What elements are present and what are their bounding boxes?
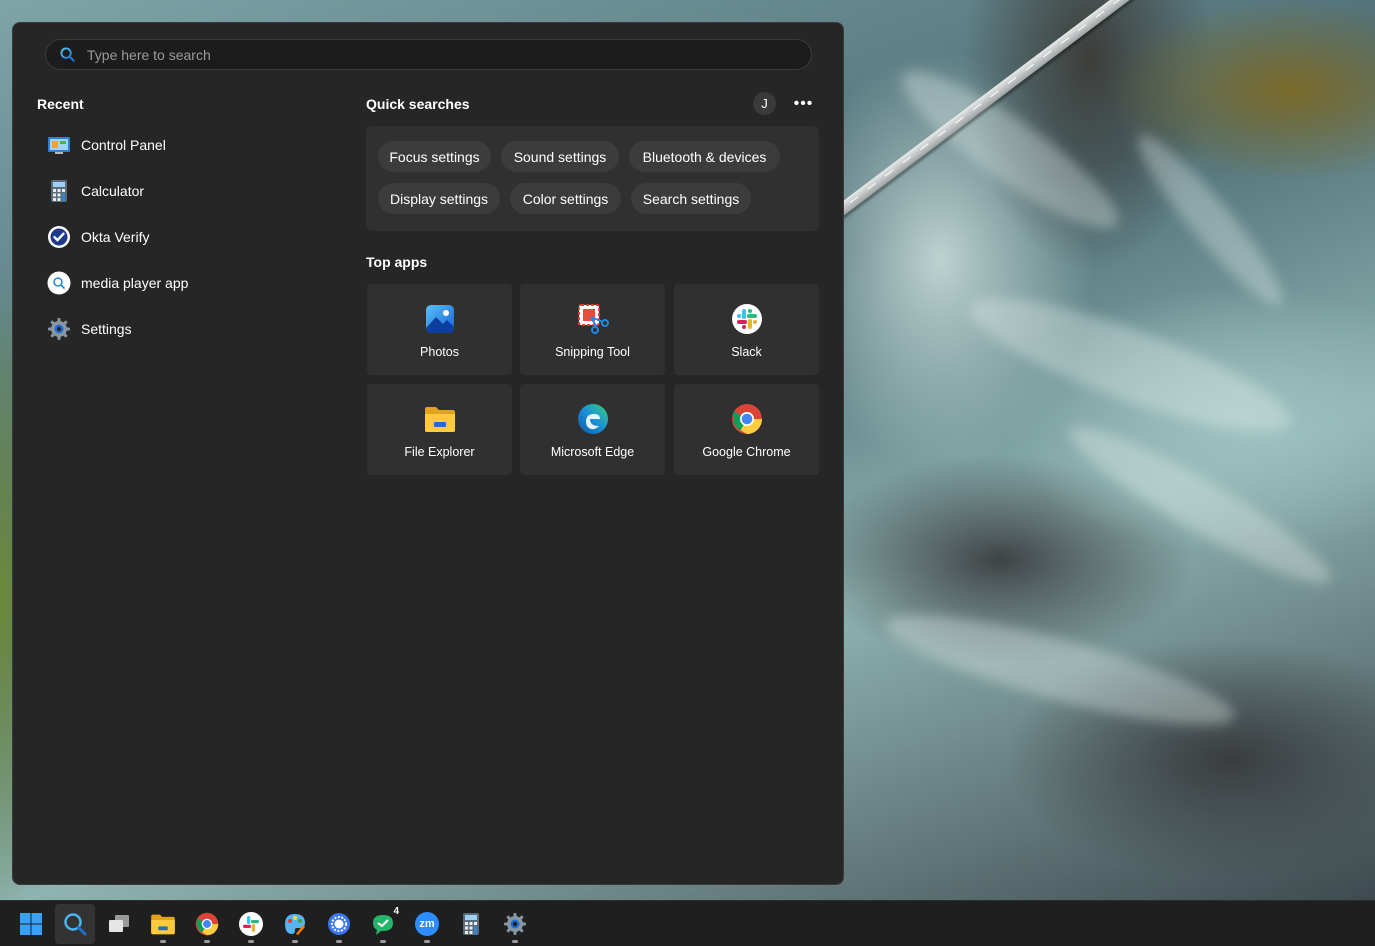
folder-icon (151, 914, 175, 935)
chip-color-settings[interactable]: Color settings (510, 183, 621, 214)
user-avatar[interactable]: J (753, 92, 776, 115)
taskbar-search-button[interactable] (55, 904, 95, 944)
app-tile-label: Google Chrome (702, 445, 791, 459)
file-explorer-icon (423, 402, 456, 435)
slack-icon (239, 912, 263, 936)
recent-item-settings[interactable]: Settings (37, 309, 327, 349)
app-tile-google-chrome[interactable]: Google Chrome (674, 384, 819, 475)
recent-item-label: Calculator (81, 183, 145, 199)
search-result-icon (47, 271, 71, 295)
search-panel: Recent Control Panel Calculator Okta Ver… (12, 22, 844, 885)
taskbar-chrome[interactable] (187, 904, 227, 944)
quick-searches-box: Focus settings Sound settings Bluetooth … (366, 126, 819, 231)
chip-search-settings[interactable]: Search settings (631, 183, 751, 214)
paint-palette-icon (285, 914, 305, 935)
task-view-icon (109, 915, 129, 932)
photos-icon (423, 302, 456, 335)
running-indicator (512, 940, 518, 943)
settings-gear-icon (47, 317, 71, 341)
search-input[interactable] (87, 44, 787, 66)
taskbar-slack[interactable] (231, 904, 271, 944)
chat-bubble-icon (373, 915, 393, 935)
app-tile-label: Snipping Tool (555, 345, 630, 359)
search-icon (64, 913, 87, 936)
search-icon (60, 47, 75, 62)
running-indicator (160, 940, 166, 943)
taskbar-file-explorer[interactable] (143, 904, 183, 944)
chip-display-settings[interactable]: Display settings (378, 183, 500, 214)
control-panel-icon (47, 133, 71, 157)
windows-logo-icon (20, 913, 42, 935)
calculator-icon (47, 179, 71, 203)
app-tile-photos[interactable]: Photos (367, 284, 512, 375)
taskbar-signal[interactable] (319, 904, 359, 944)
running-indicator (336, 940, 342, 943)
quick-searches-heading: Quick searches (366, 96, 470, 112)
recent-item-calculator[interactable]: Calculator (37, 171, 327, 211)
taskbar: 4 zm (0, 900, 1375, 946)
app-tile-file-explorer[interactable]: File Explorer (367, 384, 512, 475)
edge-icon (576, 402, 609, 435)
app-tile-snipping-tool[interactable]: Snipping Tool (520, 284, 665, 375)
taskbar-calculator[interactable] (451, 904, 491, 944)
chip-focus-settings[interactable]: Focus settings (378, 141, 491, 172)
start-button[interactable] (11, 904, 51, 944)
recent-item-media-player-app[interactable]: media player app (37, 263, 327, 303)
running-indicator (424, 940, 430, 943)
settings-gear-icon (504, 913, 526, 935)
recent-item-label: Settings (81, 321, 132, 337)
okta-verify-icon (47, 225, 71, 249)
taskbar-zoom[interactable]: zm (407, 904, 447, 944)
running-indicator (380, 940, 386, 943)
more-options-button[interactable]: ••• (792, 92, 815, 115)
chip-sound-settings[interactable]: Sound settings (501, 141, 619, 172)
snipping-tool-icon (576, 302, 609, 335)
top-apps-heading: Top apps (366, 254, 428, 270)
recent-item-label: media player app (81, 275, 189, 291)
calculator-icon (463, 913, 479, 935)
taskbar-settings[interactable] (495, 904, 535, 944)
app-tile-slack[interactable]: Slack (674, 284, 819, 375)
search-box[interactable] (45, 39, 812, 70)
chip-bluetooth-devices[interactable]: Bluetooth & devices (629, 141, 780, 172)
recent-heading: Recent (37, 96, 84, 112)
task-view-button[interactable] (99, 904, 139, 944)
slack-icon (730, 302, 763, 335)
notification-badge: 4 (393, 906, 399, 917)
running-indicator (204, 940, 210, 943)
app-tile-label: Microsoft Edge (550, 445, 635, 459)
recent-item-label: Okta Verify (81, 229, 150, 245)
app-tile-label: File Explorer (404, 445, 475, 459)
taskbar-paint[interactable] (275, 904, 315, 944)
recent-item-label: Control Panel (81, 137, 166, 153)
recent-item-control-panel[interactable]: Control Panel (37, 125, 327, 165)
chrome-icon (730, 402, 763, 435)
app-tile-label: Slack (731, 345, 762, 359)
taskbar-chat[interactable]: 4 (363, 904, 403, 944)
app-tile-microsoft-edge[interactable]: Microsoft Edge (520, 384, 665, 475)
running-indicator (248, 940, 254, 943)
app-tile-label: Photos (420, 345, 459, 359)
chrome-icon (195, 912, 219, 936)
running-indicator (292, 940, 298, 943)
recent-item-okta-verify[interactable]: Okta Verify (37, 217, 327, 257)
signal-icon (328, 913, 350, 935)
zoom-icon: zm (415, 912, 439, 936)
